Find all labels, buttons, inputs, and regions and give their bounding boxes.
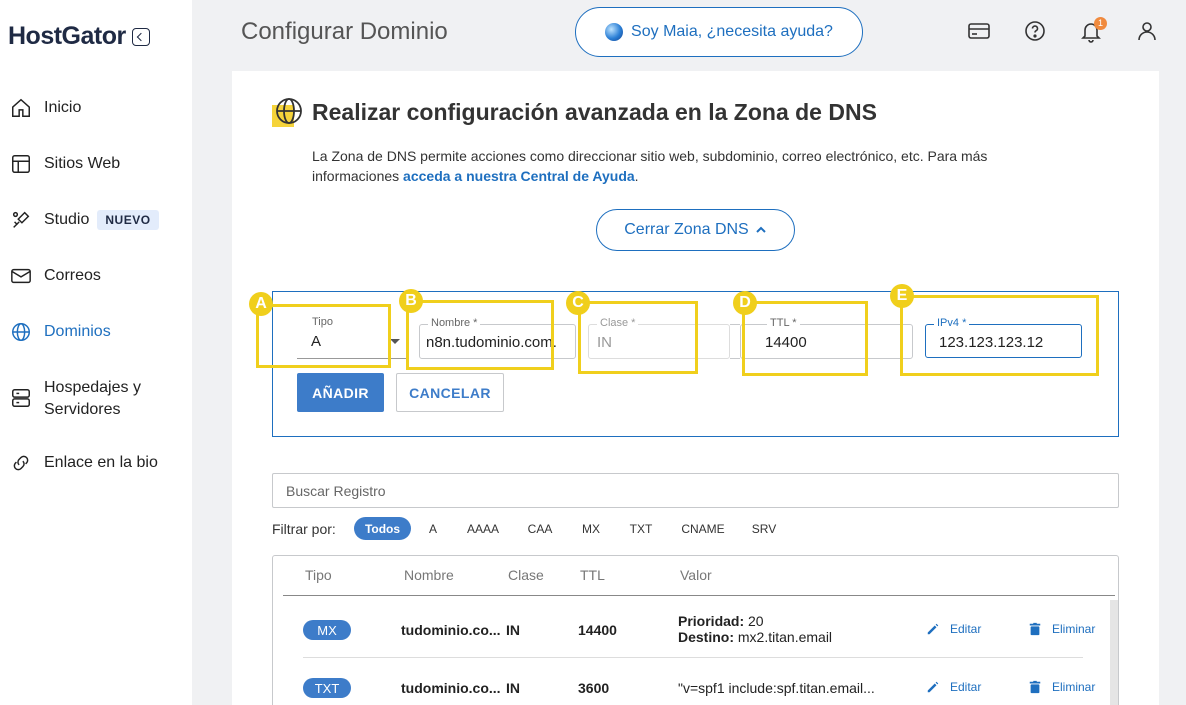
record-name: tudominio.co...: [401, 680, 501, 696]
globe-icon: [12, 323, 30, 341]
filter-chip-cname[interactable]: CNAME: [677, 517, 729, 540]
section-icon-wrapper: [272, 97, 304, 129]
record-type-pill: MX: [303, 620, 351, 640]
column-header-ttl: TTL: [580, 567, 605, 583]
page-title: Configurar Dominio: [241, 18, 448, 45]
pencil-icon: [927, 623, 939, 635]
chevron-up-icon: [756, 226, 766, 233]
help-center-link[interactable]: acceda a nuestra Central de Ayuda: [403, 168, 635, 184]
filter-label: Filtrar por:: [272, 521, 336, 537]
sidebar-item-label: Correos: [44, 267, 101, 284]
highlight-box-e: [900, 295, 1099, 376]
filter-chip-mx[interactable]: MX: [577, 517, 605, 540]
section-title: Realizar configuración avanzada en la Zo…: [312, 99, 877, 125]
logo[interactable]: HostGator: [8, 22, 150, 51]
filter-chip-srv[interactable]: SRV: [749, 517, 779, 540]
collapse-sidebar-icon[interactable]: [131, 27, 150, 46]
sidebar-item-sitios-web[interactable]: Sitios Web: [10, 153, 120, 175]
server-icon: [12, 389, 30, 407]
highlight-box-b: [406, 300, 554, 370]
annotation-badge-c: C: [566, 291, 590, 315]
sidebar-item-studio[interactable]: Studio NUEVO: [10, 209, 159, 231]
sidebar-item-label: Enlace en la bio: [44, 454, 158, 471]
cancel-button[interactable]: CANCELAR: [396, 373, 504, 412]
sidebar-item-correos[interactable]: Correos: [10, 265, 101, 287]
user-icon[interactable]: [1135, 19, 1159, 43]
record-name: tudominio.co...: [401, 622, 501, 638]
link-icon: [13, 455, 29, 471]
sidebar-item-label: Hospedajes y Servidores: [44, 379, 141, 418]
record-ttl: 14400: [578, 622, 617, 638]
new-badge: NUEVO: [97, 210, 159, 230]
section-description: La Zona de DNS permite acciones como dir…: [312, 148, 988, 184]
highlight-box-c: [578, 301, 698, 374]
filter-chip-aaaa[interactable]: AAAA: [463, 517, 503, 540]
filter-chip-caa[interactable]: CAA: [523, 517, 557, 540]
filter-chip-todos[interactable]: Todos: [354, 517, 411, 540]
sidebar-item-label: Inicio: [44, 99, 82, 116]
trash-icon: [1029, 680, 1041, 694]
column-header-clase: Clase: [508, 567, 544, 583]
help-icon[interactable]: [1023, 19, 1047, 43]
sidebar-item-inicio[interactable]: Inicio: [10, 97, 81, 119]
billing-card-icon[interactable]: [967, 19, 991, 43]
column-header-valor: Valor: [680, 567, 712, 583]
sidebar-item-label: Sitios Web: [44, 155, 121, 172]
highlight-box-a: [256, 304, 391, 368]
sidebar: HostGator Inicio Sitios Web Studio NUEVO…: [0, 0, 192, 705]
maia-orb-icon: [605, 23, 624, 41]
record-class: IN: [506, 622, 520, 638]
mail-icon: [11, 268, 31, 284]
sidebar-item-label: Dominios: [44, 323, 111, 340]
maia-help-label: Soy Maia, ¿necesita ayuda?: [631, 23, 833, 40]
filter-chip-txt[interactable]: TXT: [625, 517, 657, 540]
sidebar-item-dominios[interactable]: Dominios: [10, 321, 111, 343]
annotation-badge-e: E: [890, 284, 914, 308]
filter-chip-a[interactable]: A: [423, 517, 443, 540]
record-value-priority: Prioridad: 20: [678, 613, 764, 629]
logo-text: HostGator: [8, 22, 126, 50]
sidebar-item-hospedajes[interactable]: Hospedajes y Servidores: [10, 377, 141, 421]
record-ttl: 3600: [578, 680, 610, 696]
annotation-badge-a: A: [249, 292, 273, 316]
search-input[interactable]: Buscar Registro: [272, 473, 1119, 508]
column-header-tipo: Tipo: [305, 567, 332, 583]
close-dns-zone-button[interactable]: Cerrar Zona DNS: [596, 209, 795, 251]
record-value-destination: Destino: mx2.titan.email: [678, 629, 833, 645]
notification-badge: 1: [1094, 17, 1107, 30]
delete-record-button[interactable]: Eliminar: [1028, 680, 1095, 694]
edit-record-button[interactable]: Editar: [926, 680, 981, 694]
add-button[interactable]: AÑADIR: [297, 373, 384, 412]
caret-down-icon: [390, 339, 400, 344]
brush-icon: [12, 211, 30, 228]
table-scrollbar[interactable]: [1110, 600, 1118, 705]
trash-icon: [1029, 622, 1041, 636]
globe-icon: [276, 98, 302, 124]
record-value: "v=spf1 include:spf.titan.email...: [678, 680, 875, 696]
highlight-box-d: [742, 301, 868, 376]
home-icon: [12, 98, 30, 117]
column-header-nombre: Nombre: [404, 567, 454, 583]
maia-help-button[interactable]: Soy Maia, ¿necesita ayuda?: [575, 7, 863, 57]
edit-record-button[interactable]: Editar: [926, 622, 981, 636]
delete-record-button[interactable]: Eliminar: [1028, 622, 1095, 636]
sidebar-item-label: Studio: [44, 211, 90, 228]
annotation-badge-d: D: [733, 291, 757, 315]
pencil-icon: [927, 681, 939, 693]
record-type-pill: TXT: [303, 678, 351, 698]
annotation-badge-b: B: [399, 289, 423, 313]
record-class: IN: [506, 680, 520, 696]
layout-icon: [12, 155, 30, 173]
sidebar-item-enlace-bio[interactable]: Enlace en la bio: [10, 452, 158, 474]
